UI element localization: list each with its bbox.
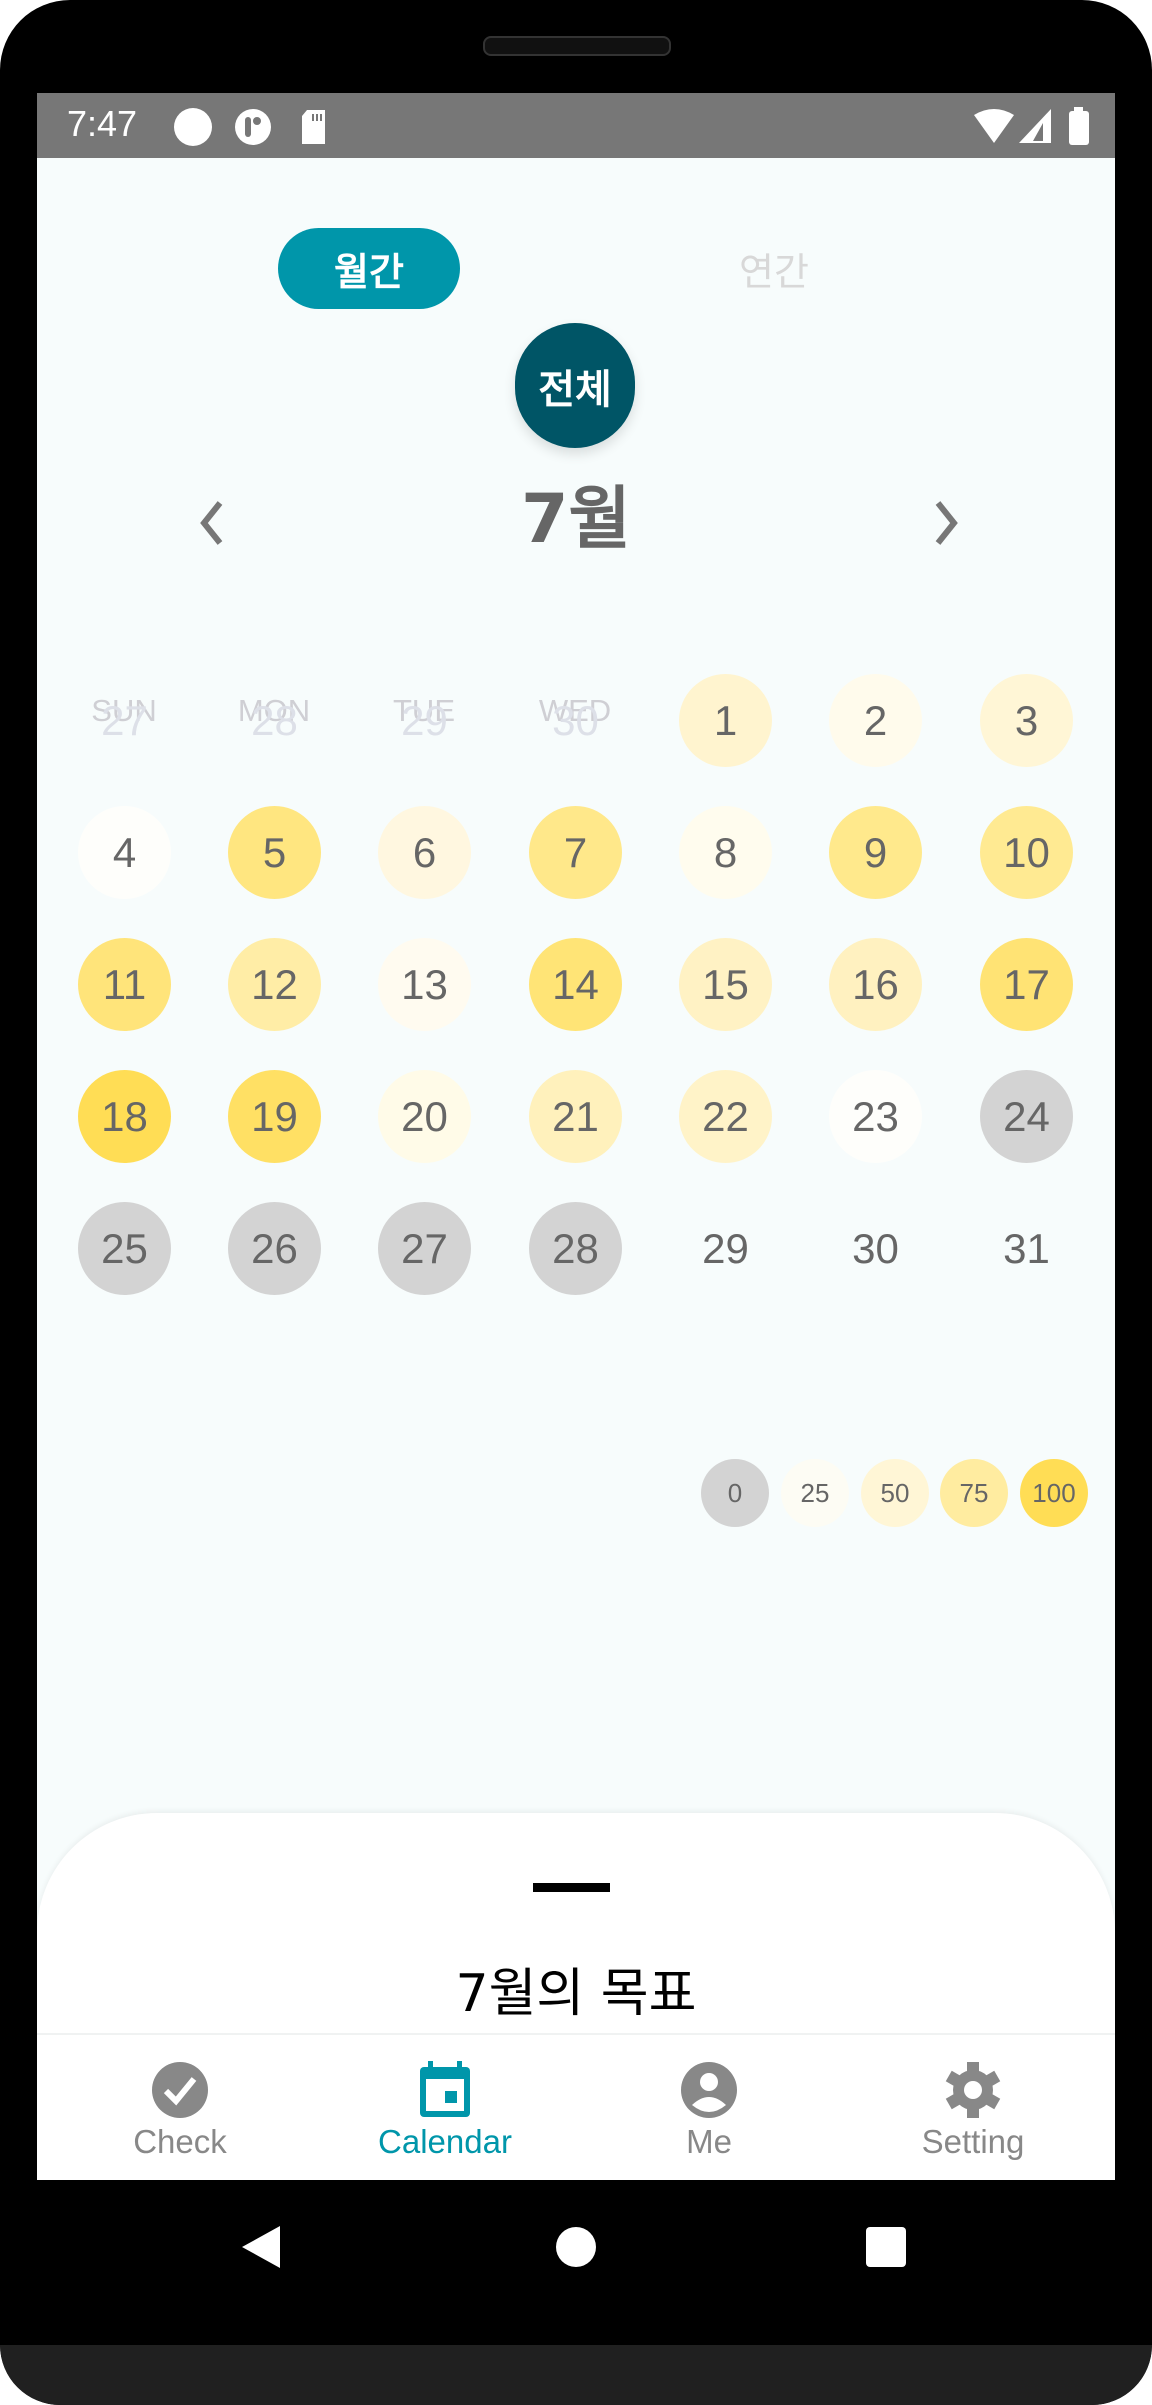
legend-item: 0	[701, 1459, 769, 1527]
day-cell[interactable]: 31	[980, 1202, 1073, 1295]
day-cell[interactable]: 18	[78, 1070, 171, 1163]
filter-all-button[interactable]: 전체	[515, 323, 635, 448]
tab-yearly[interactable]: 연간	[683, 228, 865, 309]
day-cell[interactable]: 13	[378, 938, 471, 1031]
day-cell[interactable]: 16	[829, 938, 922, 1031]
home-icon[interactable]	[555, 2222, 597, 2272]
app-screen: 7:47 월간 연간 전체 7월 SUNMONTUEWEDTHUFRISAT 2…	[37, 93, 1115, 2180]
nav-calendar[interactable]: Calendar	[315, 2035, 575, 2180]
day-cell[interactable]: 25	[78, 1202, 171, 1295]
day-cell[interactable]: 28	[529, 1202, 622, 1295]
legend-item: 100	[1020, 1459, 1088, 1527]
next-month-button[interactable]	[921, 488, 971, 558]
back-icon[interactable]	[238, 2222, 284, 2272]
phone-frame: 7:47 월간 연간 전체 7월 SUNMONTUEWEDTHUFRISAT 2…	[0, 0, 1152, 2405]
day-cell-outside-month[interactable]: 28	[228, 674, 321, 767]
day-cell[interactable]: 5	[228, 806, 321, 899]
nav-label: Me	[686, 2123, 732, 2160]
day-cell[interactable]: 19	[228, 1070, 321, 1163]
day-cell[interactable]: 2	[829, 674, 922, 767]
account-circle-icon	[681, 2062, 737, 2118]
nav-check[interactable]: Check	[50, 2035, 310, 2180]
calendar-icon	[420, 2061, 470, 2117]
battery-icon	[1069, 107, 1089, 145]
sheet-title: 7월의 목표	[455, 1964, 697, 2024]
day-cell[interactable]: 3	[980, 674, 1073, 767]
legend-item: 25	[781, 1459, 849, 1527]
day-cell[interactable]: 22	[679, 1070, 772, 1163]
month-title: 7월	[521, 480, 631, 559]
day-cell[interactable]: 6	[378, 806, 471, 899]
day-cell[interactable]: 27	[378, 1202, 471, 1295]
day-cell[interactable]: 15	[679, 938, 772, 1031]
day-cell[interactable]: 21	[529, 1070, 622, 1163]
day-cell[interactable]: 11	[78, 938, 171, 1031]
day-cell[interactable]: 1	[679, 674, 772, 767]
bottom-nav: Check Calendar Me Setting	[37, 2033, 1115, 2180]
day-cell[interactable]: 7	[529, 806, 622, 899]
day-cell[interactable]: 4	[78, 806, 171, 899]
nav-label: Setting	[921, 2123, 1025, 2160]
day-cell[interactable]: 20	[378, 1070, 471, 1163]
day-cell[interactable]: 14	[529, 938, 622, 1031]
day-cell[interactable]: 9	[829, 806, 922, 899]
status-bar: 7:47	[37, 93, 1115, 158]
day-cell[interactable]: 23	[829, 1070, 922, 1163]
day-cell-outside-month[interactable]: 27	[78, 674, 171, 767]
day-cell[interactable]: 8	[679, 806, 772, 899]
nav-me[interactable]: Me	[579, 2035, 839, 2180]
wifi-icon	[974, 109, 1014, 143]
sd-card-icon	[302, 110, 325, 144]
speaker-grille	[483, 36, 671, 56]
day-cell[interactable]: 10	[980, 806, 1073, 899]
day-cell[interactable]: 29	[679, 1202, 772, 1295]
day-cell[interactable]: 26	[228, 1202, 321, 1295]
day-cell-outside-month[interactable]: 30	[529, 674, 622, 767]
recents-icon[interactable]	[864, 2222, 908, 2272]
tab-monthly[interactable]: 월간	[278, 228, 460, 309]
prev-month-button[interactable]	[187, 488, 237, 558]
gear-icon	[945, 2062, 1001, 2118]
day-cell[interactable]: 12	[228, 938, 321, 1031]
notification-circle-icon	[174, 108, 212, 146]
sheet-drag-handle[interactable]	[533, 1883, 610, 1892]
nav-label: Check	[133, 2123, 227, 2160]
cell-signal-icon	[1019, 109, 1051, 143]
day-cell[interactable]: 17	[980, 938, 1073, 1031]
day-cell-outside-month[interactable]: 29	[378, 674, 471, 767]
legend-item: 50	[861, 1459, 929, 1527]
nav-label: Calendar	[378, 2123, 512, 2160]
phone-chin	[0, 2345, 1152, 2405]
status-time: 7:47	[67, 103, 138, 144]
legend-item: 75	[940, 1459, 1008, 1527]
check-circle-icon	[152, 2062, 208, 2118]
app-notification-icon	[235, 109, 271, 145]
day-cell[interactable]: 30	[829, 1202, 922, 1295]
nav-setting[interactable]: Setting	[843, 2035, 1103, 2180]
day-cell[interactable]: 24	[980, 1070, 1073, 1163]
